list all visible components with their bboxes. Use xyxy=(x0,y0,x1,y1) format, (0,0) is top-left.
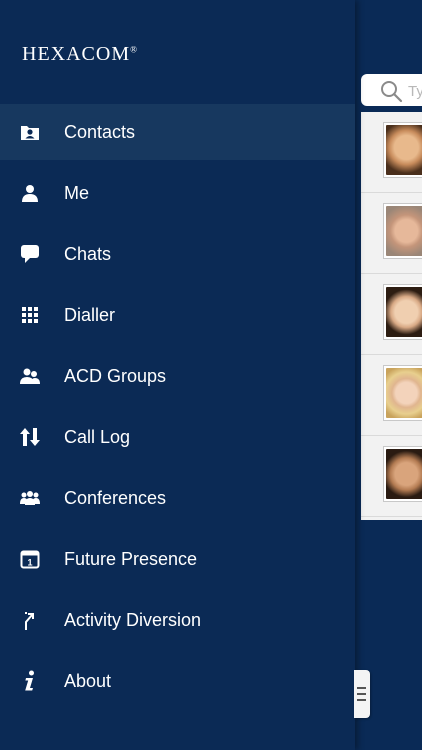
menu-label-conferences: Conferences xyxy=(64,487,167,508)
avatar xyxy=(383,122,422,178)
hexacom-logo: HEXACOM® xyxy=(22,43,138,66)
handle-line xyxy=(357,693,366,695)
menu-item-contacts[interactable]: Contacts xyxy=(0,104,355,160)
group-icon xyxy=(20,366,40,386)
svg-text:1: 1 xyxy=(27,558,32,568)
avatar xyxy=(383,446,422,502)
list-item[interactable] xyxy=(361,436,422,517)
drawer-handle[interactable] xyxy=(354,670,370,718)
handle-line xyxy=(357,699,366,701)
menu-item-chats[interactable]: Chats xyxy=(0,226,355,282)
list-item[interactable] xyxy=(361,274,422,355)
conference-icon xyxy=(20,488,40,508)
menu-item-me[interactable]: Me xyxy=(0,165,355,221)
info-icon xyxy=(20,670,40,691)
search-input[interactable]: Ty xyxy=(361,74,422,106)
menu-item-call-log[interactable]: Call Log xyxy=(0,409,355,465)
list-item[interactable] xyxy=(361,112,422,193)
contact-card-icon xyxy=(20,122,40,142)
menu-label-chats: Chats xyxy=(64,243,112,264)
menu-item-future-presence[interactable]: 1 Future Presence xyxy=(0,531,355,587)
avatar xyxy=(383,284,422,340)
menu-label-activity-diversion: Activity Diversion xyxy=(64,609,202,630)
menu-label-dialler: Dialler xyxy=(64,304,116,325)
person-icon xyxy=(20,183,40,203)
up-down-arrows-icon xyxy=(20,427,40,447)
handle-line xyxy=(357,687,366,689)
menu-item-activity-diversion[interactable]: Activity Diversion xyxy=(0,592,355,648)
menu-label-about: About xyxy=(64,670,112,691)
keypad-icon xyxy=(20,305,40,325)
calendar-icon: 1 xyxy=(20,549,40,569)
logo-text: HEXACOM xyxy=(22,43,131,65)
menu-label-future-presence: Future Presence xyxy=(64,548,198,569)
avatar xyxy=(383,365,422,421)
menu-label-acd-groups: ACD Groups xyxy=(64,365,167,386)
menu-item-conferences[interactable]: Conferences xyxy=(0,470,355,526)
menu-item-dialler[interactable]: Dialler xyxy=(0,287,355,343)
menu-label-contacts: Contacts xyxy=(64,121,136,142)
search-icon xyxy=(379,79,403,108)
menu-label-call-log: Call Log xyxy=(64,426,131,447)
avatar xyxy=(383,203,422,259)
menu-item-about[interactable]: About xyxy=(0,653,355,709)
chat-bubble-icon xyxy=(20,244,40,264)
registered-mark: ® xyxy=(130,44,138,55)
search-placeholder: Ty xyxy=(408,83,422,100)
diversion-icon xyxy=(20,610,40,630)
list-item[interactable] xyxy=(361,193,422,274)
contact-list xyxy=(361,112,422,520)
list-item[interactable] xyxy=(361,355,422,436)
menu-label-me: Me xyxy=(64,182,90,203)
navigation-drawer: HEXACOM® Contacts Me Chats Dialler ACD G… xyxy=(0,0,355,750)
menu-item-acd-groups[interactable]: ACD Groups xyxy=(0,348,355,404)
